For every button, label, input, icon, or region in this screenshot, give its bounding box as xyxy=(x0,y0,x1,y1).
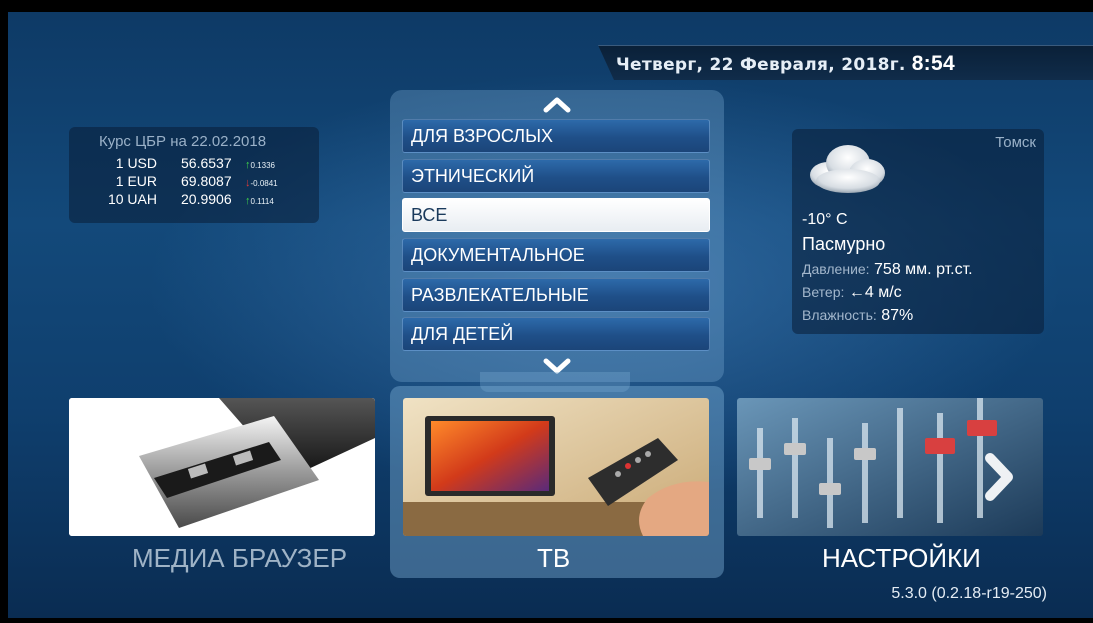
menu-item-adult[interactable]: ДЛЯ ВЗРОСЛЫХ xyxy=(402,119,710,153)
version-info: 5.3.0 (0.2.18-r19-250) xyxy=(891,585,1047,602)
weather-temperature: -10° C xyxy=(802,211,848,228)
wind-value: ←4 м/с xyxy=(848,284,902,301)
currency-change: ↑0.1114 xyxy=(245,195,274,207)
currency-change: ↑0.1336 xyxy=(245,159,275,171)
humidity-label: Влажность: xyxy=(802,307,877,323)
weather-city: Томск xyxy=(995,134,1036,151)
currency-code: 1 USD xyxy=(115,155,157,171)
weather-wind: Ветер: ←4 м/с xyxy=(802,284,902,302)
tv-label: ТВ xyxy=(537,543,571,573)
wind-label: Ветер: xyxy=(802,284,845,300)
tv-home-screen: Четверг, 22 Февраля, 2018г. 8:54 Курс ЦБР… xyxy=(8,12,1093,618)
weather-panel: Томск -10° C Пасмурно Давление: 758 мм. … xyxy=(792,129,1044,334)
weather-pressure: Давление: 758 мм. рт.ст. xyxy=(802,261,973,279)
pressure-value: 758 мм. рт.ст. xyxy=(874,261,973,278)
menu-item-documentary[interactable]: ДОКУМЕНТАЛЬНОЕ xyxy=(402,238,710,272)
menu-item-kids[interactable]: ДЛЯ ДЕТЕЙ xyxy=(402,317,710,351)
menu-item-ethnic[interactable]: ЭТНИЧЕСКИЙ xyxy=(402,159,710,193)
currency-rates-panel: Курс ЦБР на 22.02.2018 1 USD 56.6537 ↑0.… xyxy=(69,127,319,223)
weather-condition: Пасмурно xyxy=(802,234,886,254)
humidity-value: 87% xyxy=(881,307,914,324)
date-time-bar: Четверг, 22 Февраля, 2018г. 8:54 xyxy=(598,45,1093,80)
currency-code: 1 EUR xyxy=(115,173,157,189)
menu-item-entertainment[interactable]: РАЗВЛЕКАТЕЛЬНЫЕ xyxy=(402,278,710,312)
currency-code: 10 UAH xyxy=(107,191,157,207)
settings-label: НАСТРОЙКИ xyxy=(822,543,981,573)
currency-value: 56.6537 xyxy=(181,155,232,171)
pressure-label: Давление: xyxy=(802,261,870,277)
chevron-up-icon[interactable] xyxy=(542,94,572,114)
currency-value: 20.9906 xyxy=(181,191,232,207)
cloud-icon xyxy=(810,145,885,193)
currency-row-uah: 10 UAH 20.9906 ↑0.1114 xyxy=(69,191,319,209)
currency-title: Курс ЦБР на 22.02.2018 xyxy=(99,133,267,150)
tv-tile[interactable] xyxy=(403,398,709,536)
category-menu: ДЛЯ ВЗРОСЛЫХ ЭТНИЧЕСКИЙ ВСЕ ДОКУМЕНТАЛЬН… xyxy=(390,90,724,382)
chevron-left-icon[interactable] xyxy=(89,452,129,502)
current-date: Четверг, 22 Февраля, 2018г. 8:54 xyxy=(616,52,955,75)
weather-humidity: Влажность: 87% xyxy=(802,307,913,325)
media-browser-label: МЕДИА БРАУЗЕР xyxy=(132,543,348,573)
currency-row-eur: 1 EUR 69.8087 ↓-0.0841 xyxy=(69,173,319,191)
menu-item-all[interactable]: ВСЕ xyxy=(402,198,710,232)
current-time: 8:54 xyxy=(911,52,955,75)
currency-change: ↓-0.0841 xyxy=(245,177,278,189)
currency-value: 69.8087 xyxy=(181,173,232,189)
tv-remote-icon xyxy=(403,398,709,536)
chevron-right-icon[interactable] xyxy=(978,452,1018,502)
currency-row-usd: 1 USD 56.6537 ↑0.1336 xyxy=(69,155,319,173)
